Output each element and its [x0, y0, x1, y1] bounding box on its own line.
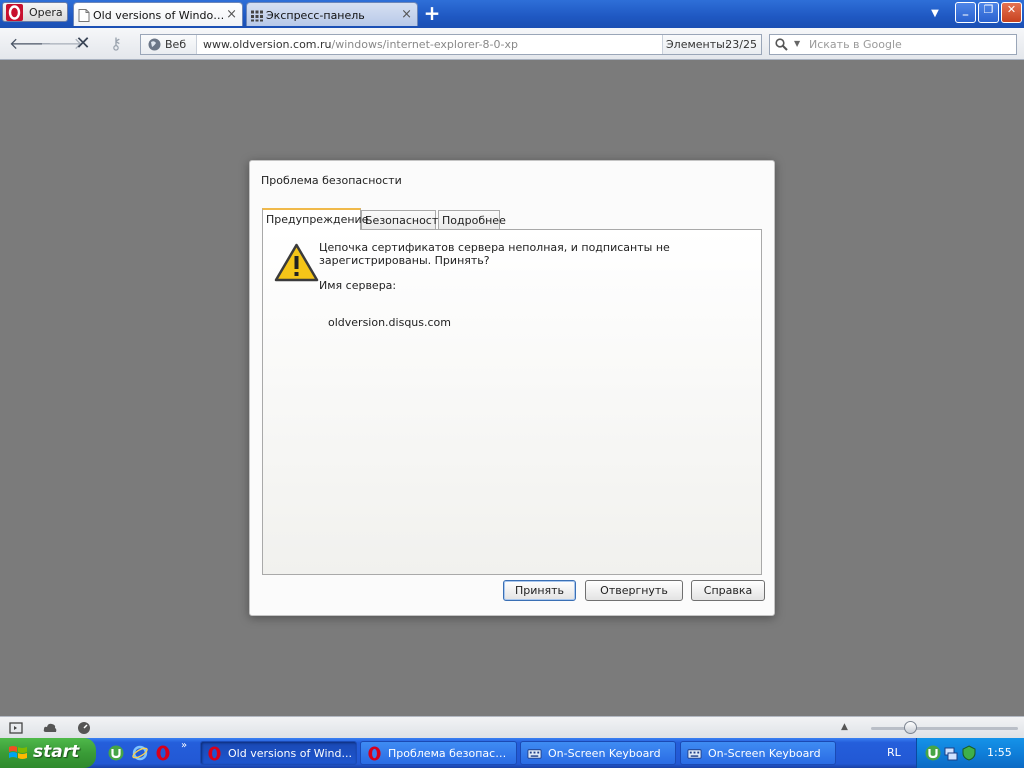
taskbar-item-label: Проблема безопасно...	[388, 747, 513, 760]
url-path: /windows/internet-explorer-8-0-xp	[331, 38, 518, 51]
url-text[interactable]: www.oldversion.com.ru/windows/internet-e…	[203, 38, 518, 51]
warning-message: Цепочка сертификатов сервера неполная, и…	[319, 241, 670, 267]
help-button[interactable]: Справка	[691, 580, 765, 601]
security-problem-dialog: Проблема безопасности Предупреждение Без…	[249, 160, 775, 616]
keyboard-icon	[527, 749, 542, 759]
start-button[interactable]: start	[0, 738, 96, 768]
tab-title: Old versions of Windows...	[93, 9, 225, 22]
expand-up-icon[interactable]: ▲	[841, 722, 855, 736]
reject-button[interactable]: Отвергнуть	[585, 580, 683, 601]
new-tab-button[interactable]: +	[422, 3, 442, 23]
address-toolbar: 🡐 🡒 ✕ ⚷ Веб www.oldversion.com.ru/window…	[0, 28, 1024, 60]
maximize-button[interactable]: ❐	[978, 2, 999, 23]
opera-unite-cloud-icon[interactable]	[43, 721, 57, 735]
tab-close-icon[interactable]: ×	[226, 7, 237, 22]
close-window-button[interactable]: ✕	[1001, 2, 1022, 23]
windows-flag-icon	[9, 746, 27, 759]
site-info-badge[interactable]: Веб	[141, 35, 197, 54]
turbo-gauge-icon[interactable]	[77, 721, 91, 735]
accept-button[interactable]: Принять	[503, 580, 576, 601]
zoom-slider-track[interactable]	[871, 727, 1018, 730]
utorrent-icon[interactable]	[108, 745, 124, 761]
back-arrow-icon[interactable]: 🡐	[9, 33, 52, 55]
globe-icon	[148, 38, 161, 51]
search-engine-dropdown-icon[interactable]: ▼	[794, 39, 800, 48]
tab-list-chevron-icon[interactable]: ▼	[928, 8, 942, 20]
opera-logo-icon	[6, 4, 23, 21]
opera-icon[interactable]	[155, 745, 171, 761]
dialog-title: Проблема безопасности	[261, 174, 402, 187]
system-tray: 1:55	[916, 738, 1024, 768]
taskbar-item-on-screen-keyboard[interactable]: On-Screen Keyboard	[520, 741, 676, 765]
opera-menu-button[interactable]: Opera	[2, 2, 68, 22]
zoom-slider-thumb[interactable]	[904, 721, 917, 734]
search-icon	[775, 38, 788, 51]
web-badge-label: Веб	[165, 38, 187, 51]
network-tray-icon[interactable]	[943, 745, 959, 761]
browser-status-bar: ▲	[0, 716, 1024, 738]
warning-icon	[274, 243, 319, 282]
server-name-value: oldversion.disqus.com	[328, 316, 451, 329]
opera-icon	[208, 746, 221, 761]
start-label: start	[33, 742, 80, 762]
tab-security[interactable]: Безопасность	[361, 210, 445, 230]
opera-menu-label: Opera	[29, 6, 63, 19]
tab-details[interactable]: Подробнее	[438, 210, 506, 230]
taskbar-item-on-screen-keyboard[interactable]: On-Screen Keyboard	[680, 741, 836, 765]
opera-icon	[368, 746, 381, 761]
speed-dial-icon	[251, 10, 263, 22]
content-blocker-counter[interactable]: Элементы: 23/25	[662, 35, 761, 54]
search-field[interactable]: ▼ Искать в Google	[769, 34, 1017, 55]
taskbar-item-opera-browser[interactable]: Old versions of Wind...	[200, 741, 357, 765]
taskbar-item-label: On-Screen Keyboard	[548, 747, 661, 760]
key-icon[interactable]: ⚷	[105, 33, 127, 55]
warning-tab-panel: Цепочка сертификатов сервера неполная, и…	[262, 229, 762, 575]
taskbar-item-label: Old versions of Wind...	[228, 747, 352, 760]
tab-warning[interactable]: Предупреждение	[262, 208, 368, 230]
tab-close-icon[interactable]: ×	[401, 7, 412, 22]
server-name-label: Имя сервера:	[319, 279, 397, 292]
url-domain: www.oldversion.com.ru	[203, 38, 332, 51]
security-tray-icon[interactable]	[961, 745, 977, 761]
tab-speed-dial[interactable]: Экспресс-панель ×	[246, 2, 418, 26]
tab-bar: Opera Old versions of Windows... × Экспр…	[0, 0, 1024, 28]
keyboard-icon	[687, 749, 702, 759]
tab-old-versions[interactable]: Old versions of Windows... ×	[73, 2, 243, 26]
clock[interactable]: 1:55	[987, 746, 1012, 759]
panel-toggle-icon[interactable]	[9, 721, 23, 735]
windows-taskbar: start » Old versions of Wind... Проблема…	[0, 738, 1024, 768]
minimize-button[interactable]: _	[955, 2, 976, 23]
utorrent-tray-icon[interactable]	[925, 745, 941, 761]
elements-label: Элементы:	[666, 38, 729, 51]
language-indicator[interactable]: RL	[887, 746, 901, 759]
internet-explorer-icon[interactable]	[132, 745, 148, 761]
taskbar-item-label: On-Screen Keyboard	[708, 747, 821, 760]
stop-icon[interactable]: ✕	[72, 33, 94, 55]
taskbar-item-security-dialog[interactable]: Проблема безопасно...	[360, 741, 517, 765]
search-placeholder: Искать в Google	[809, 38, 902, 51]
tab-title: Экспресс-панель	[266, 9, 365, 22]
quick-launch-more-icon[interactable]: »	[181, 740, 187, 751]
address-field[interactable]: Веб www.oldversion.com.ru/windows/intern…	[140, 34, 762, 55]
page-icon	[78, 9, 90, 22]
forward-arrow-icon[interactable]: 🡒	[40, 33, 83, 55]
elements-count: 23/25	[725, 38, 757, 51]
